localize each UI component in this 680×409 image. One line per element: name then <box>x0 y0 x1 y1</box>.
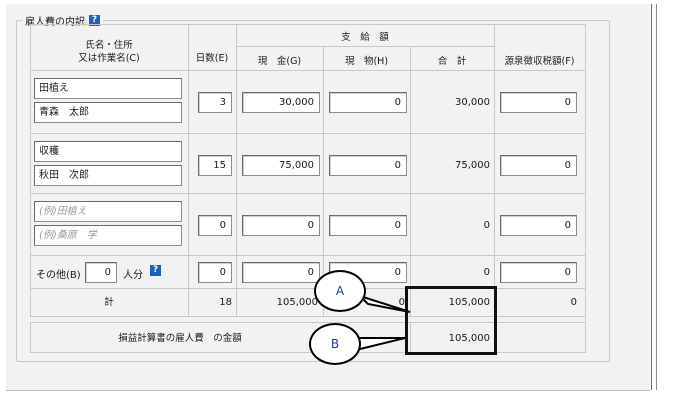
callout-a: A <box>314 270 366 312</box>
callout-b-pointer <box>352 337 406 352</box>
callout-a-pointer <box>359 295 411 313</box>
callout-b: B <box>309 323 361 365</box>
